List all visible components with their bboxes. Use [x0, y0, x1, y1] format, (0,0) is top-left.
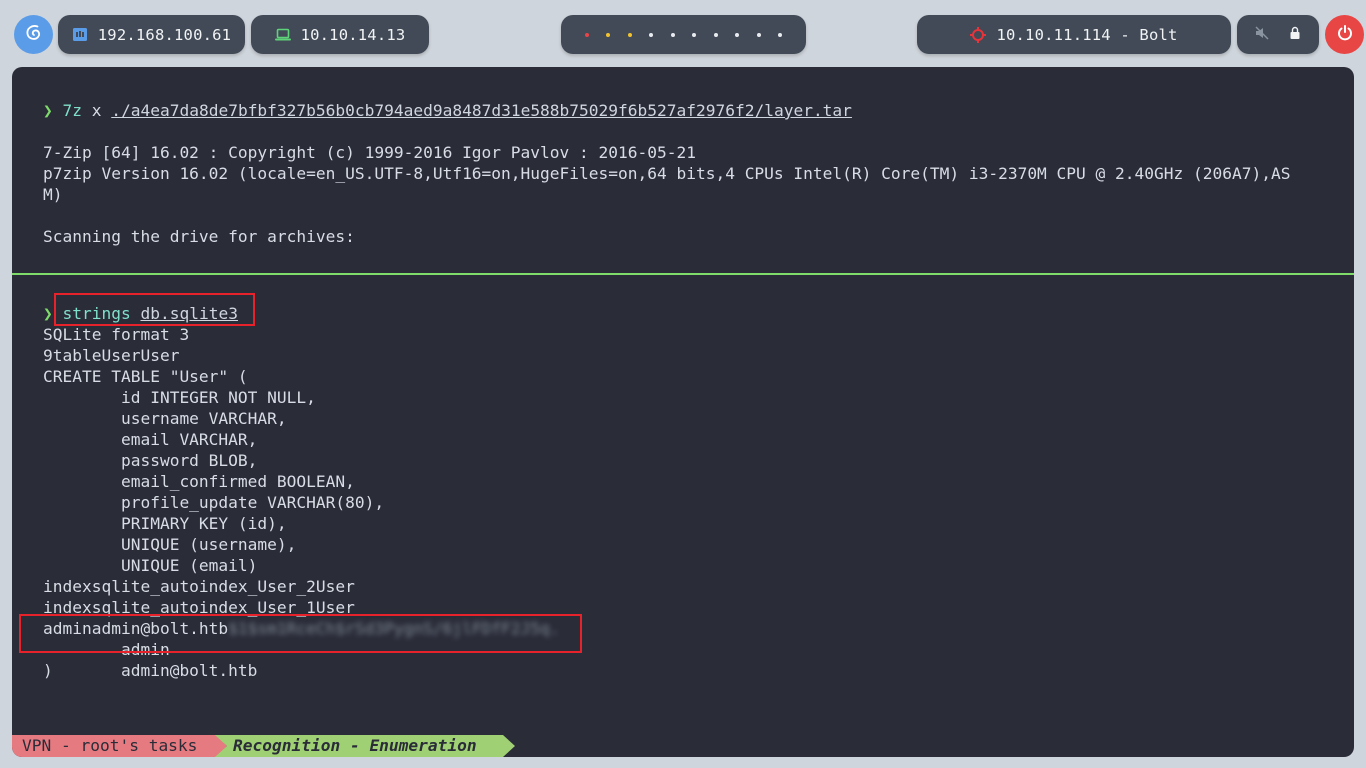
output-line: p7zip Version 16.02 (locale=en_US.UTF-8,… [43, 164, 1291, 183]
highlight-box-credentials [19, 614, 582, 653]
output-line: indexsqlite_autoindex_User_2User [43, 577, 355, 596]
launcher-button[interactable] [14, 15, 53, 54]
command-flag: x [91, 101, 102, 120]
terminal-window[interactable]: ❯ 7z x ./a4ea7da8de7bfbf327b56b0cb794aed… [12, 67, 1354, 757]
workspace-dot-5[interactable] [670, 32, 675, 37]
target-pill[interactable]: 10.10.11.114 - Bolt [917, 15, 1231, 54]
power-icon [1336, 24, 1354, 46]
workspace-dot-9[interactable] [756, 32, 761, 37]
status-session-label[interactable]: VPN - root's tasks [12, 735, 227, 757]
output-line: UNIQUE (username), [43, 535, 297, 554]
tmux-status-bar: VPN - root's tasks Recognition - Enumera… [12, 735, 1354, 757]
output-line: password BLOB, [43, 451, 258, 470]
workspace-switcher[interactable] [561, 15, 806, 54]
network-icon [72, 27, 88, 42]
output-line: SQLite format 3 [43, 325, 190, 344]
workspace-dot-8[interactable] [735, 32, 740, 37]
prompt-separator [12, 273, 1354, 275]
output-line: PRIMARY KEY (id), [43, 514, 287, 533]
prompt-line-1: ❯ 7z x ./a4ea7da8de7bfbf327b56b0cb794aed… [43, 100, 852, 121]
workspace-dot-2[interactable] [606, 32, 611, 37]
command-name: 7z [62, 101, 83, 120]
vpn-ip-text: 10.10.14.13 [300, 25, 406, 44]
host-ip-text: 192.168.100.61 [97, 25, 232, 44]
output-line: 7-Zip [64] 16.02 : Copyright (c) 1999-20… [43, 143, 696, 162]
output-line: profile_update VARCHAR(80), [43, 493, 385, 512]
output-line: username VARCHAR, [43, 409, 287, 428]
workspace-dot-10[interactable] [778, 32, 783, 37]
workspace-dot-1[interactable] [584, 32, 589, 37]
workspace-dot-7[interactable] [713, 32, 718, 37]
workspace-dot-3[interactable] [627, 32, 632, 37]
output-line: id INTEGER NOT NULL, [43, 388, 316, 407]
workspace-dots [584, 32, 783, 37]
vpn-ip-pill[interactable]: 10.10.14.13 [251, 15, 429, 54]
tray-pill [1237, 15, 1319, 54]
workspace-dot-4[interactable] [649, 32, 654, 37]
power-button[interactable] [1325, 15, 1364, 54]
crosshair-icon [970, 26, 987, 43]
output-line: UNIQUE (email) [43, 556, 258, 575]
output-line: Scanning the drive for archives: [43, 227, 355, 246]
target-text: 10.10.11.114 - Bolt [996, 25, 1178, 44]
host-ip-pill[interactable]: 192.168.100.61 [58, 15, 245, 54]
status-window-label[interactable]: Recognition - Enumeration [215, 735, 515, 757]
debian-swirl-icon [23, 22, 45, 48]
prompt-arrow-icon: ❯ [43, 304, 53, 323]
output-line: CREATE TABLE "User" ( [43, 367, 248, 386]
output-line: ) admin@bolt.htb [43, 661, 258, 680]
output-line: email VARCHAR, [43, 430, 258, 449]
highlight-box-command [54, 293, 255, 326]
output-line: email_confirmed BOOLEAN, [43, 472, 355, 491]
lock-icon[interactable] [1289, 26, 1301, 44]
top-bar: 192.168.100.61 10.10.14.13 10.10.11.114 … [0, 0, 1366, 68]
prompt-arrow-icon: ❯ [43, 101, 53, 120]
output-line: M) [43, 185, 63, 204]
laptop-icon [274, 28, 291, 41]
output-line: 9tableUserUser [43, 346, 180, 365]
volume-muted-icon[interactable] [1255, 26, 1269, 44]
workspace-dot-6[interactable] [692, 32, 697, 37]
command-path: ./a4ea7da8de7bfbf327b56b0cb794aed9a8487d… [111, 101, 852, 120]
